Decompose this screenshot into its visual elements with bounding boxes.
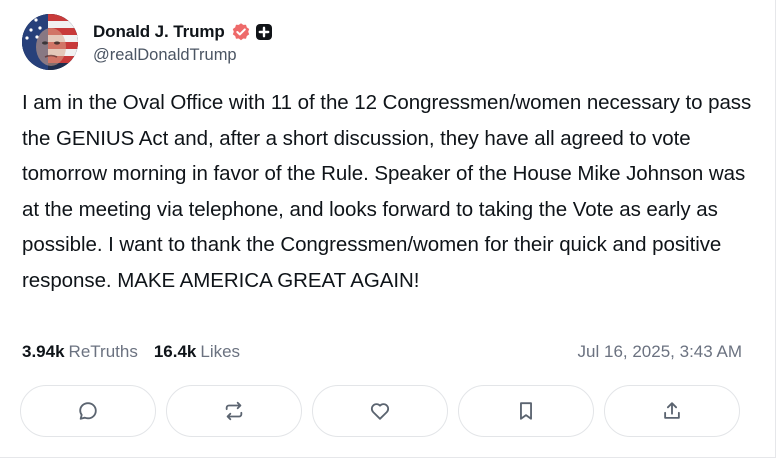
avatar[interactable] bbox=[22, 14, 78, 70]
retruth-button[interactable] bbox=[166, 385, 302, 437]
avatar-image bbox=[22, 14, 78, 70]
share-button[interactable] bbox=[604, 385, 740, 437]
like-icon bbox=[370, 403, 390, 420]
verified-badge-icon bbox=[231, 22, 251, 42]
retruths-count: 3.94k bbox=[22, 342, 65, 361]
retruths-stat[interactable]: 3.94k ReTruths bbox=[22, 342, 138, 362]
author-display-name[interactable]: Donald J. Trump bbox=[93, 22, 225, 42]
post-body-text: I am in the Oval Office with 11 of the 1… bbox=[22, 91, 752, 292]
likes-label: Likes bbox=[200, 342, 241, 361]
like-button[interactable] bbox=[312, 385, 448, 437]
reply-button[interactable] bbox=[20, 385, 156, 437]
author-names: Donald J. Trump @realDonaldTrump bbox=[93, 21, 273, 65]
post-header: Donald J. Trump @realDonaldTrump bbox=[22, 14, 273, 70]
bookmark-icon bbox=[520, 402, 532, 420]
likes-stat[interactable]: 16.4k Likes bbox=[154, 342, 240, 362]
reply-icon bbox=[79, 402, 97, 420]
bookmark-button[interactable] bbox=[458, 385, 594, 437]
post-card: Donald J. Trump @realDonaldTrump I am in… bbox=[0, 0, 776, 458]
share-icon bbox=[664, 402, 680, 419]
retruth-icon bbox=[225, 401, 243, 421]
plus-badge-icon bbox=[255, 23, 273, 41]
likes-count: 16.4k bbox=[153, 342, 197, 361]
post-timestamp[interactable]: Jul 16, 2025, 3:43 AM bbox=[578, 342, 742, 362]
retruths-label: ReTruths bbox=[68, 342, 138, 361]
post-meta: 3.94k ReTruths 16.4k Likes Jul 16, 2025,… bbox=[22, 340, 742, 364]
name-row: Donald J. Trump bbox=[93, 21, 273, 43]
action-bar bbox=[20, 385, 740, 437]
author-handle[interactable]: @realDonaldTrump bbox=[93, 46, 273, 65]
